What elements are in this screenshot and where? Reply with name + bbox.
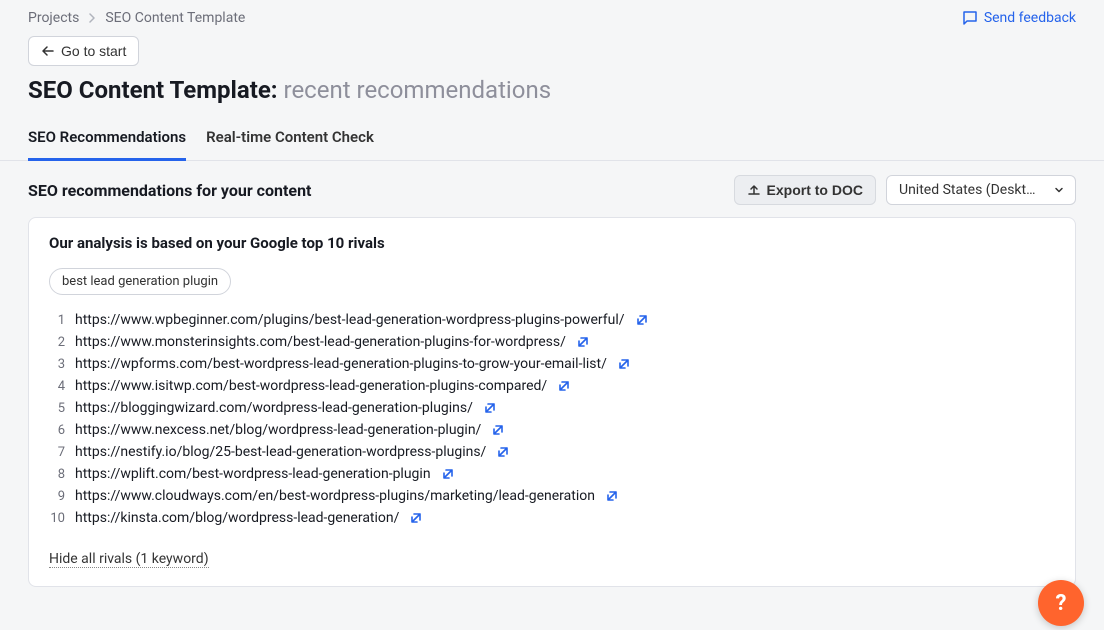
external-link-icon[interactable]	[576, 335, 590, 349]
export-to-doc-button[interactable]: Export to DOC	[734, 175, 876, 205]
rival-number: 9	[49, 489, 65, 504]
list-item: 7 https://nestify.io/blog/25-best-lead-ge…	[49, 441, 1055, 463]
tab-seo-recommendations[interactable]: SEO Recommendations	[28, 118, 186, 161]
page-title: SEO Content Template: recent recommendat…	[0, 76, 1104, 118]
rivals-list: 1 https://www.wpbeginner.com/plugins/best…	[49, 309, 1055, 529]
rival-number: 6	[49, 423, 65, 438]
list-item: 3 https://wpforms.com/best-wordpress-lead…	[49, 353, 1055, 375]
rival-url[interactable]: https://kinsta.com/blog/wordpress-lead-g…	[75, 510, 399, 526]
rival-number: 1	[49, 313, 65, 328]
rival-url[interactable]: https://www.monsterinsights.com/best-lea…	[75, 334, 566, 350]
list-item: 4 https://www.isitwp.com/best-wordpress-l…	[49, 375, 1055, 397]
region-select[interactable]: United States (Deskt…	[886, 175, 1076, 205]
list-item: 2 https://www.monsterinsights.com/best-le…	[49, 331, 1055, 353]
send-feedback-link[interactable]: Send feedback	[962, 10, 1076, 26]
rivals-card-title: Our analysis is based on your Google top…	[49, 234, 1055, 252]
list-item: 10 https://kinsta.com/blog/wordpress-lead…	[49, 507, 1055, 529]
rival-number: 10	[49, 511, 65, 526]
rival-number: 3	[49, 357, 65, 372]
rival-url[interactable]: https://wplift.com/best-wordpress-lead-g…	[75, 466, 431, 482]
rival-number: 4	[49, 379, 65, 394]
keyword-pill[interactable]: best lead generation plugin	[49, 268, 231, 295]
rival-url[interactable]: https://www.cloudways.com/en/best-wordpr…	[75, 488, 595, 504]
chat-icon	[962, 10, 978, 26]
rival-url[interactable]: https://www.nexcess.net/blog/wordpress-l…	[75, 422, 481, 438]
external-link-icon[interactable]	[483, 401, 497, 415]
section-title: SEO recommendations for your content	[28, 181, 311, 200]
send-feedback-label: Send feedback	[984, 10, 1076, 26]
hide-all-rivals-link[interactable]: Hide all rivals (1 keyword)	[49, 551, 209, 568]
external-link-icon[interactable]	[441, 467, 455, 481]
tab-realtime-content-check[interactable]: Real-time Content Check	[206, 118, 374, 161]
rival-number: 5	[49, 401, 65, 416]
rivals-card: Our analysis is based on your Google top…	[28, 217, 1076, 587]
tab-bar: SEO Recommendations Real-time Content Ch…	[0, 118, 1104, 161]
rival-number: 7	[49, 445, 65, 460]
external-link-icon[interactable]	[491, 423, 505, 437]
upload-icon	[747, 183, 761, 197]
region-label: United States (Deskt…	[899, 182, 1035, 198]
breadcrumb-current[interactable]: SEO Content Template	[105, 10, 245, 26]
page-title-prefix: SEO Content Template:	[28, 76, 278, 104]
breadcrumb-projects[interactable]: Projects	[28, 10, 79, 26]
rival-url[interactable]: https://nestify.io/blog/25-best-lead-gen…	[75, 444, 486, 460]
external-link-icon[interactable]	[409, 511, 423, 525]
list-item: 5 https://bloggingwizard.com/wordpress-le…	[49, 397, 1055, 419]
breadcrumb: Projects SEO Content Template	[28, 10, 245, 26]
rival-url[interactable]: https://wpforms.com/best-wordpress-lead-…	[75, 356, 607, 372]
go-to-start-button[interactable]: Go to start	[28, 36, 139, 66]
external-link-icon[interactable]	[557, 379, 571, 393]
list-item: 9 https://www.cloudways.com/en/best-wordp…	[49, 485, 1055, 507]
list-item: 1 https://www.wpbeginner.com/plugins/best…	[49, 309, 1055, 331]
arrow-left-icon	[41, 44, 55, 58]
help-fab-button[interactable]: ?	[1038, 580, 1084, 626]
go-to-start-label: Go to start	[61, 43, 126, 59]
external-link-icon[interactable]	[617, 357, 631, 371]
export-label: Export to DOC	[767, 182, 863, 198]
chevron-right-icon	[87, 13, 97, 23]
external-link-icon[interactable]	[635, 313, 649, 327]
chevron-down-icon	[1053, 184, 1065, 196]
rival-url[interactable]: https://www.wpbeginner.com/plugins/best-…	[75, 312, 625, 328]
external-link-icon[interactable]	[605, 489, 619, 503]
rival-url[interactable]: https://bloggingwizard.com/wordpress-lea…	[75, 400, 473, 416]
rival-url[interactable]: https://www.isitwp.com/best-wordpress-le…	[75, 378, 547, 394]
page-title-sub: recent recommendations	[284, 76, 552, 104]
list-item: 6 https://www.nexcess.net/blog/wordpress-…	[49, 419, 1055, 441]
external-link-icon[interactable]	[496, 445, 510, 459]
list-item: 8 https://wplift.com/best-wordpress-lead-…	[49, 463, 1055, 485]
rival-number: 8	[49, 467, 65, 482]
rival-number: 2	[49, 335, 65, 350]
